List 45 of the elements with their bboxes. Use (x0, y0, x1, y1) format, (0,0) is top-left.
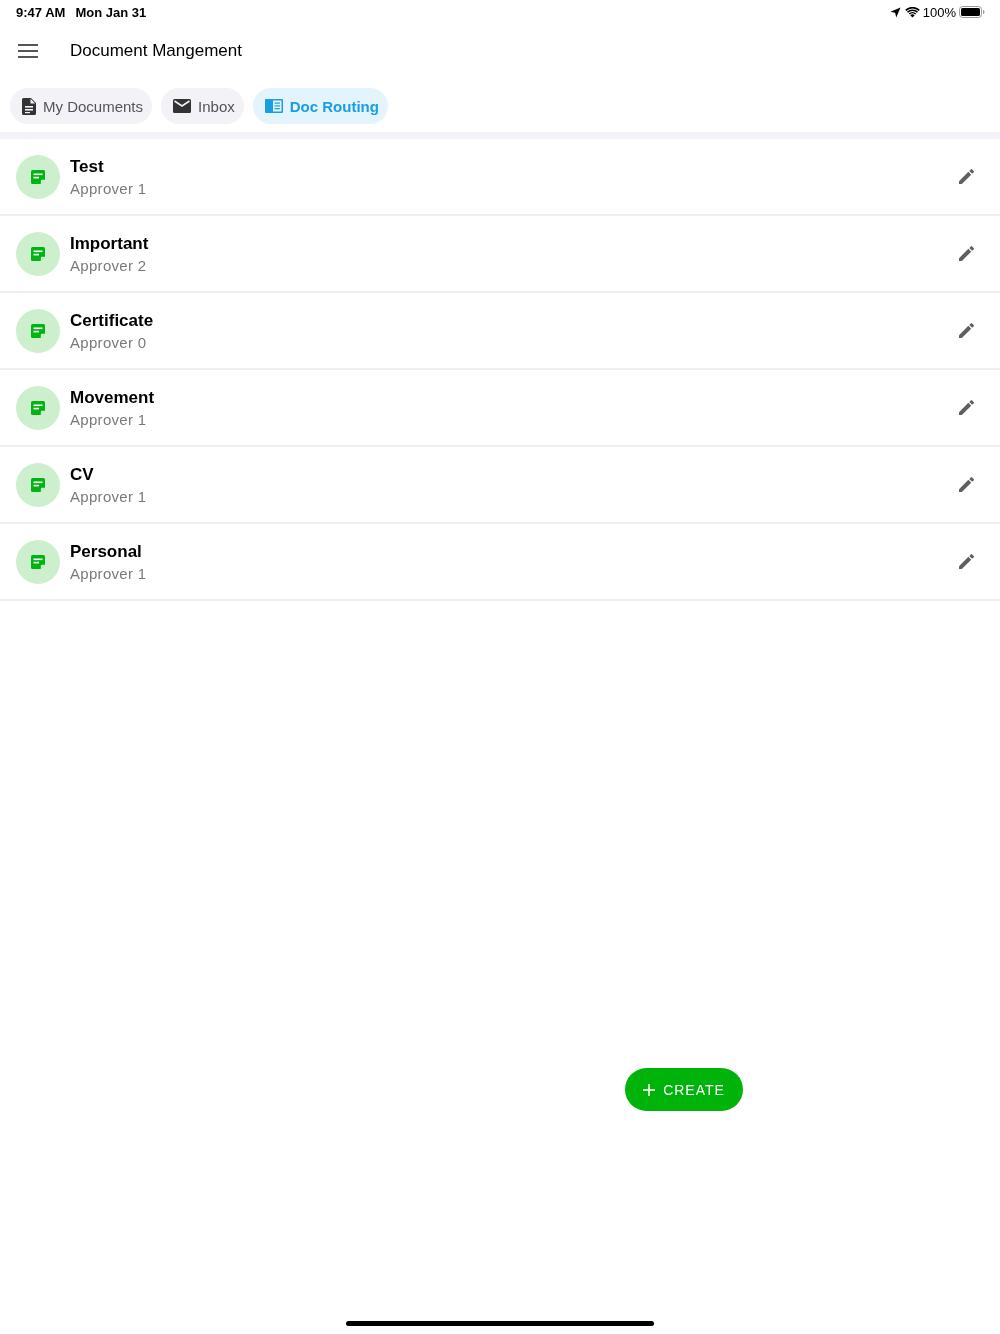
edit-button[interactable] (959, 477, 974, 492)
approver-count: Approver 1 (70, 179, 147, 197)
pencil-icon (959, 323, 974, 338)
note-icon (16, 308, 60, 353)
document-icon (22, 97, 36, 115)
menu-button[interactable] (18, 44, 38, 58)
approver-count: Approver 2 (70, 256, 148, 274)
note-icon (16, 231, 60, 276)
tab[interactable]: Inbox (161, 88, 244, 124)
edit-button[interactable] (959, 323, 974, 338)
battery-percentage: 100% (922, 4, 956, 20)
route-name: Test (70, 156, 105, 177)
approver-count: Approver 0 (70, 333, 148, 351)
menu-icon (18, 44, 38, 58)
envelope-icon (173, 99, 192, 113)
note-icon (16, 539, 60, 584)
book-icon (264, 99, 283, 113)
route-name: Personal (70, 541, 143, 562)
route-name: CV (70, 464, 95, 485)
battery-icon (959, 6, 985, 18)
edit-button[interactable] (959, 554, 974, 569)
approver-count: Approver 1 (70, 410, 148, 428)
edit-button[interactable] (959, 169, 974, 184)
page-title: Document Mangement (70, 41, 242, 61)
pencil-icon (959, 246, 974, 261)
approver-count: Approver 1 (70, 564, 147, 582)
route-name: Certificate (70, 310, 154, 331)
route-name: Important (70, 233, 149, 254)
tab[interactable]: My Documents (10, 88, 153, 124)
plus-icon (643, 1083, 656, 1096)
pencil-icon (959, 169, 974, 184)
edit-button[interactable] (959, 400, 974, 415)
pencil-icon (959, 554, 974, 569)
status-time: 9:47 AM (16, 4, 66, 20)
pencil-icon (959, 400, 974, 415)
approver-count: Approver 1 (70, 487, 147, 505)
note-icon (16, 154, 60, 199)
note-icon (16, 385, 60, 430)
pencil-icon (959, 477, 974, 492)
route-name: Movement (70, 387, 155, 408)
status-date: Mon Jan 31 (75, 4, 147, 20)
wifi-icon (904, 6, 920, 18)
note-icon (16, 462, 60, 507)
location-arrow-icon (889, 6, 901, 18)
edit-button[interactable] (959, 246, 974, 261)
